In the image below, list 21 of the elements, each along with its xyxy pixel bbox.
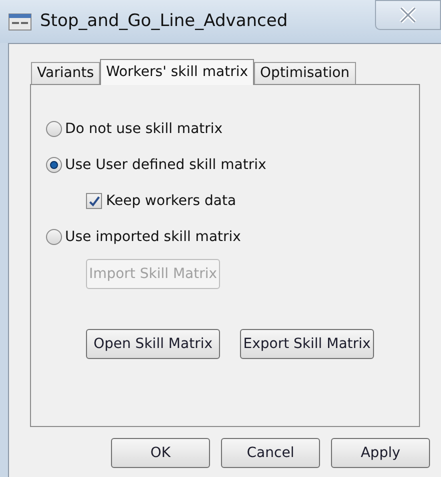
dialog-button[interactable]: OK <box>111 438 210 468</box>
radio-button[interactable] <box>46 121 62 137</box>
matrix-button[interactable]: Export Skill Matrix <box>240 329 374 359</box>
radio-button[interactable] <box>46 229 62 245</box>
matrix-button[interactable]: Open Skill Matrix <box>86 329 220 359</box>
radio-label: Use User defined skill matrix <box>65 156 266 174</box>
tab[interactable]: Optimisation <box>254 62 356 84</box>
checkbox[interactable] <box>86 193 102 209</box>
check-icon <box>88 196 100 206</box>
radio-label: Do not use skill matrix <box>65 120 223 138</box>
close-button[interactable] <box>375 0 441 30</box>
tab[interactable]: Variants <box>31 62 100 84</box>
radio-button[interactable] <box>46 157 62 173</box>
tab[interactable]: Workers' skill matrix <box>100 59 254 85</box>
window-icon <box>8 12 32 30</box>
radio-label: Use imported skill matrix <box>65 228 241 246</box>
checkbox-label: Keep workers data <box>106 192 236 210</box>
window-title: Stop_and_Go_Line_Advanced <box>40 10 288 33</box>
dialog-button[interactable]: Apply <box>331 438 430 468</box>
dialog-button[interactable]: Cancel <box>221 438 320 468</box>
close-icon <box>399 7 417 23</box>
